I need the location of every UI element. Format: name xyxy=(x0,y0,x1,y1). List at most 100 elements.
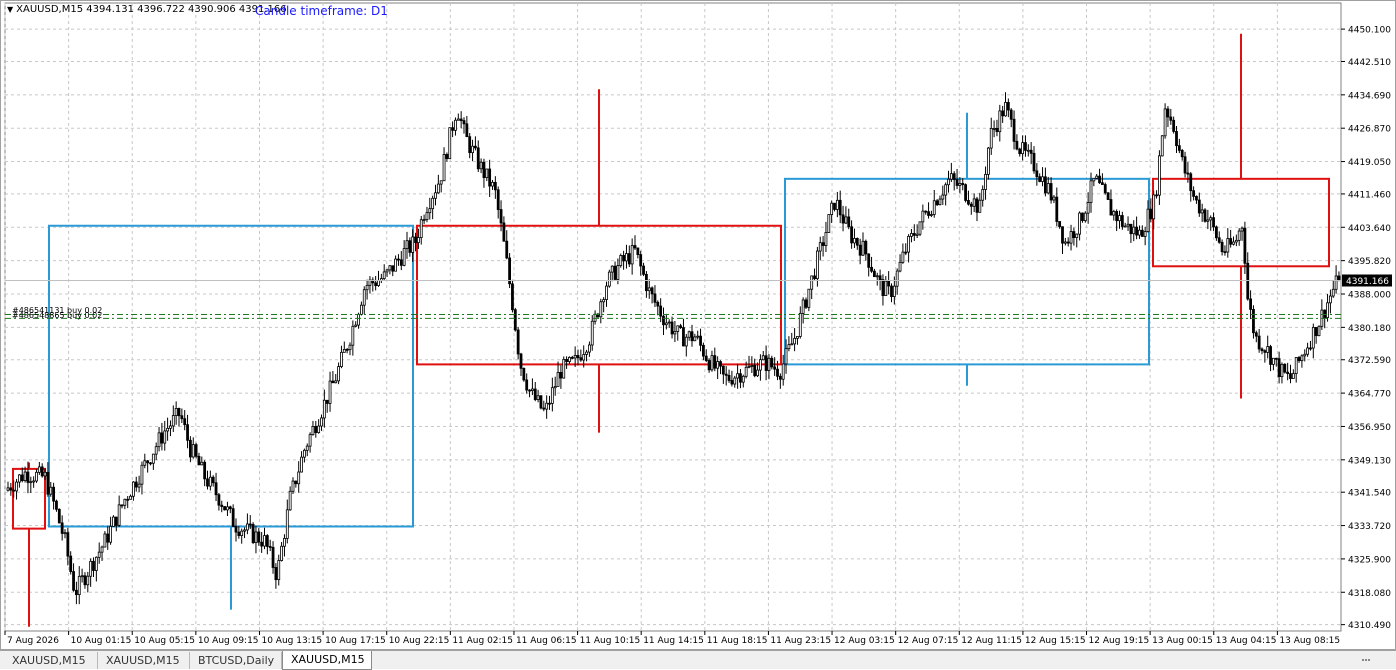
m15-candle-body xyxy=(1061,226,1064,244)
m15-candle-body xyxy=(428,208,432,214)
daily-candle-box xyxy=(1152,177,1330,268)
m15-candle-body xyxy=(565,358,568,362)
m15-candle-body xyxy=(129,495,132,500)
m15-candle-body xyxy=(892,285,896,297)
price-chart[interactable]: 4450.100 4442.510 4434.690 4426.870 4419.050… xyxy=(1,1,1395,649)
m15-candle-body xyxy=(850,226,853,244)
m15-candle-body xyxy=(109,525,112,543)
m15-candle-body xyxy=(778,375,782,380)
m15-candle-body xyxy=(126,498,130,501)
m15-candle-body xyxy=(291,480,295,492)
m15-candle-body xyxy=(1018,148,1022,155)
m15-candle-body xyxy=(1266,346,1270,353)
m15-candle-body xyxy=(191,444,195,458)
m15-candle-body xyxy=(736,373,739,379)
tab-scroll-icon[interactable] xyxy=(1360,656,1372,664)
m15-candle-body xyxy=(311,425,315,436)
m15-candle-body xyxy=(776,368,779,377)
m15-candle-body xyxy=(511,283,514,311)
m15-candle-body xyxy=(385,269,389,273)
m15-candle-body xyxy=(442,154,446,182)
m15-candle-body xyxy=(918,221,922,235)
m15-candle-body xyxy=(753,365,757,377)
m15-candle-body xyxy=(397,258,400,261)
m15-candle-body xyxy=(297,471,301,485)
m15-candle-body xyxy=(579,357,583,361)
collapse-triangle-icon[interactable]: ▼ xyxy=(7,5,13,14)
m15-candle-body xyxy=(1098,175,1101,184)
m15-candle-body xyxy=(80,575,84,578)
m15-candle-body xyxy=(781,363,785,380)
tab-chart-2[interactable]: XAUUSD,M15 xyxy=(98,652,190,669)
m15-candle-body xyxy=(867,253,871,268)
m15-candle-body xyxy=(696,335,700,338)
m15-candle-body xyxy=(1240,227,1244,232)
m15-candle-body xyxy=(482,161,486,178)
m15-candle-body xyxy=(513,309,517,331)
m15-candle-body xyxy=(838,199,842,216)
chart-window[interactable]: 4450.100 4442.510 4434.690 4426.870 4419.050… xyxy=(0,0,1396,650)
m15-candle-body xyxy=(1294,357,1298,374)
m15-candle-body xyxy=(1272,357,1275,365)
m15-candle-body xyxy=(97,551,101,558)
m15-candle-body xyxy=(377,280,380,287)
m15-candle-body xyxy=(619,255,623,267)
m15-candle-body xyxy=(536,395,540,400)
m15-candle-body xyxy=(476,147,480,170)
m15-candle-body xyxy=(656,301,660,307)
m15-candle-body xyxy=(1155,194,1158,197)
m15-candle-body xyxy=(180,415,184,420)
m15-candle-body xyxy=(835,199,839,210)
tab-chart-1[interactable]: XAUUSD,M15 xyxy=(4,652,98,669)
m15-candle-body xyxy=(399,259,403,266)
m15-candle-body xyxy=(1180,150,1184,158)
m15-candle-body xyxy=(830,202,834,216)
tab-chart-4[interactable]: XAUUSD,M15 xyxy=(282,651,372,670)
m15-candle-body xyxy=(197,455,201,466)
m15-candle-body xyxy=(1334,275,1338,290)
m15-candle-body xyxy=(542,407,546,410)
m15-candle-body xyxy=(693,336,697,342)
m15-candle-body xyxy=(989,128,993,149)
m15-candle-body xyxy=(502,222,506,242)
m15-candle-body xyxy=(493,181,497,191)
m15-candle-body xyxy=(112,516,115,527)
m15-candle-body xyxy=(414,236,417,243)
m15-candle-body xyxy=(359,304,363,315)
m15-candle-body xyxy=(1192,190,1195,197)
time-axis-label: 10 Aug 09:15 xyxy=(198,636,259,646)
m15-candle-body xyxy=(203,461,207,480)
m15-candle-body xyxy=(613,265,617,280)
time-axis-label: 13 Aug 00:15 xyxy=(1152,636,1213,646)
price-axis-label: 4450.100 xyxy=(1348,26,1391,36)
m15-candle-body xyxy=(1106,192,1110,200)
m15-candle-body xyxy=(790,343,794,346)
m15-candle-body xyxy=(220,504,224,507)
m15-candle-body xyxy=(454,119,457,131)
m15-candle-body xyxy=(793,337,796,345)
m15-candle-body xyxy=(972,198,976,207)
m15-candle-body xyxy=(961,183,965,186)
m15-candle-body xyxy=(1189,173,1193,192)
tab-chart-3[interactable]: BTCUSD,Daily xyxy=(190,652,282,669)
m15-candle-body xyxy=(337,366,341,382)
m15-candle-body xyxy=(40,466,44,477)
m15-candle-body xyxy=(761,355,765,361)
m15-candle-body xyxy=(471,145,474,154)
price-axis-label: 4395.820 xyxy=(1348,257,1391,267)
m15-candle-body xyxy=(277,560,281,581)
m15-candle-body xyxy=(448,127,452,160)
time-axis-label: 13 Aug 08:15 xyxy=(1279,636,1340,646)
m15-candle-body xyxy=(6,487,10,491)
m15-candle-body xyxy=(870,266,873,272)
m15-candle-body xyxy=(473,145,477,149)
m15-candle-body xyxy=(206,478,209,487)
chart-tab-bar: XAUUSD,M15 XAUUSD,M15 BTCUSD,Daily XAUUS… xyxy=(0,650,1396,670)
m15-candle-body xyxy=(1086,202,1090,214)
time-axis-label: 12 Aug 15:15 xyxy=(1025,636,1086,646)
m15-candle-body xyxy=(20,474,24,481)
m15-candle-body xyxy=(930,214,933,216)
m15-candle-body xyxy=(553,386,557,389)
m15-candle-body xyxy=(1243,227,1247,264)
m15-candle-body xyxy=(1118,215,1121,222)
